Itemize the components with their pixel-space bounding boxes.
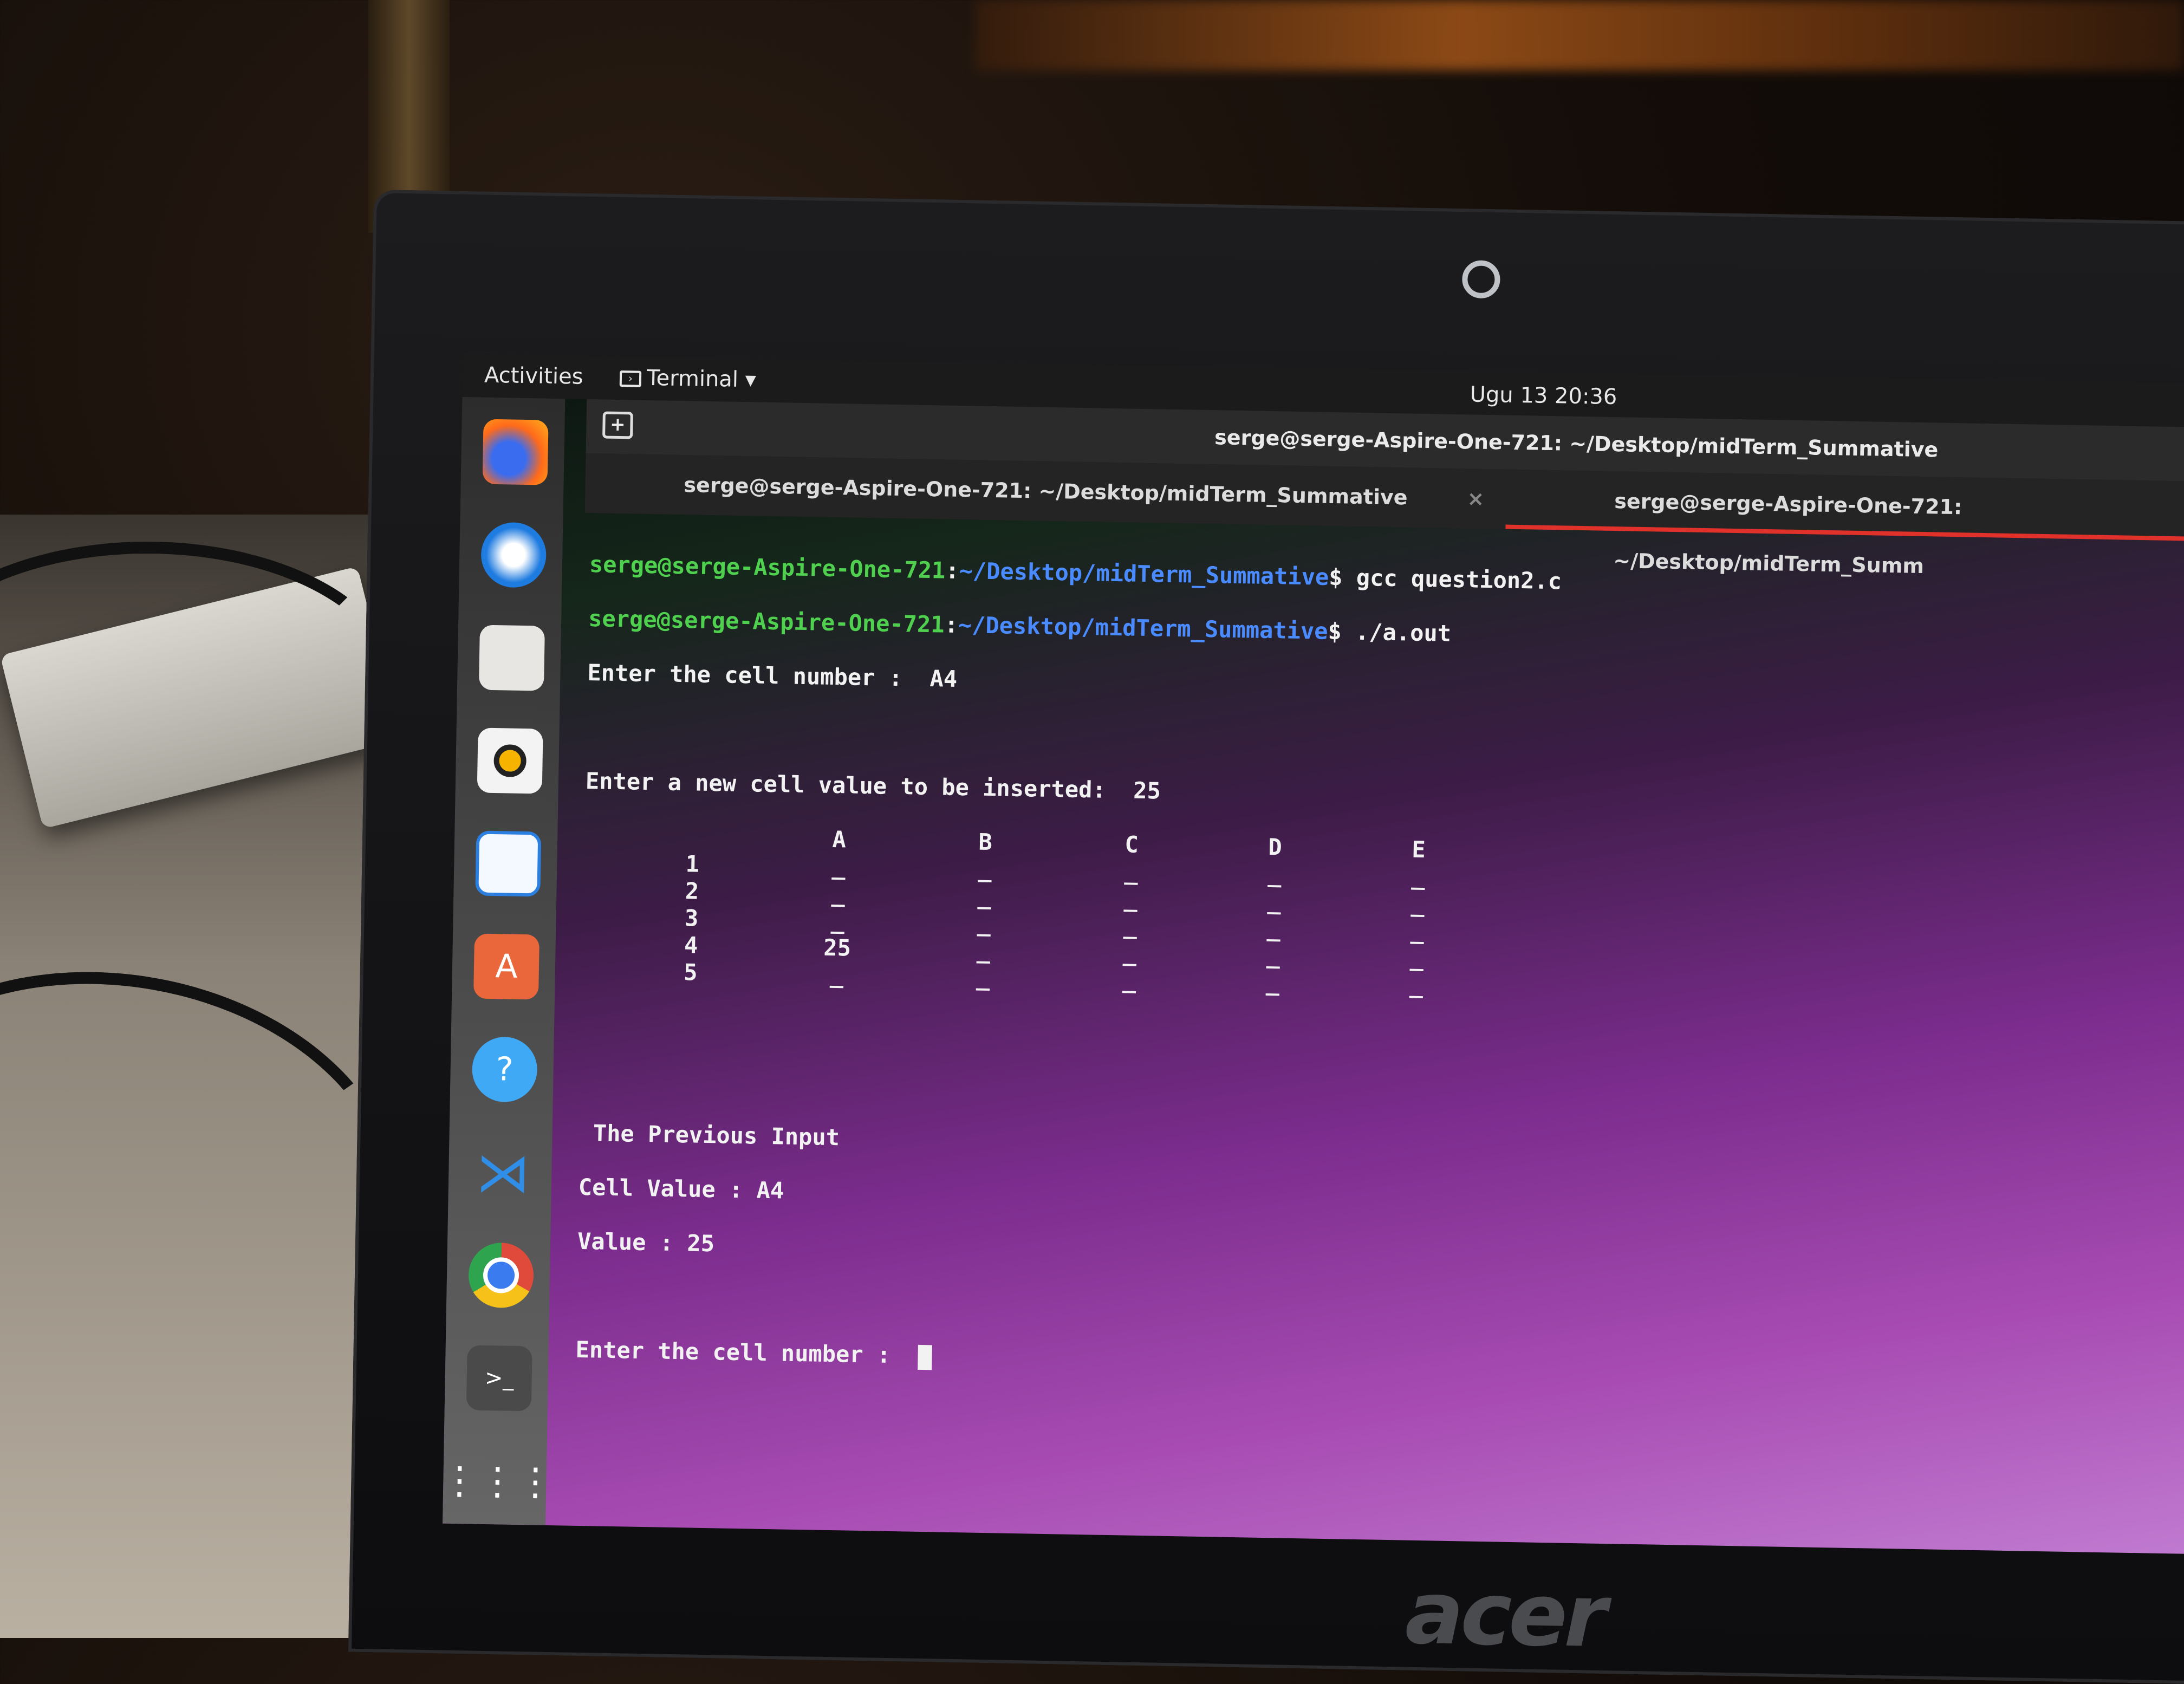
grid-cell: 25 <box>823 934 851 961</box>
grid-cell: _ <box>1122 939 1137 966</box>
writer-icon[interactable] <box>475 830 542 897</box>
webcam <box>1461 260 1501 299</box>
tab-label: serge@serge-Aspire-One-721: ~/Desktop/mi… <box>684 473 1408 510</box>
row-number: 2 <box>685 877 699 905</box>
console-prompt-line: Enter the cell number : <box>575 1336 2184 1392</box>
grid-cell: _ <box>1124 858 1139 885</box>
terminal-icon: › <box>619 370 642 387</box>
prompt-user: serge@serge-Aspire-One-721 <box>588 605 945 638</box>
column-header: B <box>978 828 993 856</box>
grid-cell: _ <box>1266 941 1280 969</box>
grid-cell: _ <box>829 961 844 989</box>
row-number: 1 <box>685 850 700 877</box>
row-number: 5 <box>683 959 698 986</box>
dock: A ? ⋊ >_ ⋮⋮⋮ <box>443 396 566 1525</box>
console-prompt: Enter the cell number : <box>575 1336 919 1369</box>
grid-cell: _ <box>1411 863 1426 890</box>
grid-cell: _ <box>1123 912 1138 939</box>
grid-cell: _ <box>1267 887 1282 915</box>
grid-cell: _ <box>978 855 992 883</box>
grid-cell: _ <box>977 909 991 937</box>
rhythmbox-icon[interactable] <box>477 727 543 794</box>
app-menu-label: Terminal <box>646 365 739 392</box>
prompt-user: serge@serge-Aspire-One-721 <box>589 551 946 584</box>
app-grid-icon[interactable]: ⋮⋮⋮ <box>443 1448 555 1514</box>
clock[interactable]: Ugu 13 20:36 <box>1470 382 1617 409</box>
prompt-path: ~/Desktop/midTerm_Summative <box>959 557 1329 590</box>
column-header: A <box>832 825 847 853</box>
app-menu[interactable]: › Terminal ▾ <box>619 365 757 393</box>
grid-cell: _ <box>1409 944 1424 972</box>
console-line: Value : 25 <box>577 1227 715 1257</box>
grid-cell: _ <box>1268 861 1282 888</box>
window-title: serge@serge-Aspire-One-721: ~/Desktop/mi… <box>1214 425 1939 462</box>
grid-cell: _ <box>977 882 992 910</box>
row-number: 4 <box>684 932 698 959</box>
firefox-icon[interactable] <box>482 419 549 485</box>
console-line: serge@serge-Aspire-One-721:~/Desktop/mid… <box>589 551 1562 595</box>
grid-cell: _ <box>1409 971 1424 999</box>
grid-cell: _ <box>830 907 845 934</box>
grid-cell: _ <box>976 964 990 991</box>
console-line: The Previous Input <box>579 1119 840 1151</box>
column-header: C <box>1124 831 1139 858</box>
prompt-path: ~/Desktop/midTerm_Summative <box>958 611 1328 645</box>
console-line: Cell Value : A4 <box>578 1173 784 1204</box>
close-icon[interactable]: × <box>1467 469 1485 529</box>
grid-cell: _ <box>831 880 846 907</box>
grid-cell: _ <box>1410 890 1425 918</box>
software-icon[interactable]: A <box>473 933 540 1000</box>
console-line: serge@serge-Aspire-One-721:~/Desktop/mid… <box>588 605 1452 647</box>
spreadsheet-grid: A B C D E 1 _ _ _ _ _ 2 _ _ _ _ _ 3 _ _ … <box>582 822 2184 1012</box>
command-text: $ gcc question2.c <box>1328 563 1562 595</box>
help-icon[interactable]: ? <box>471 1036 538 1103</box>
laptop-screen: Activities › Terminal ▾ Ugu 13 20:36 A ? … <box>443 353 2184 1555</box>
background-light <box>975 0 2184 70</box>
chevron-down-icon: ▾ <box>745 367 757 393</box>
command-text: $ ./a.out <box>1328 617 1452 647</box>
laptop-brand: acer <box>1404 1562 1605 1667</box>
laptop: acer Activities › Terminal ▾ Ugu 13 20:36… <box>348 190 2184 1684</box>
terminal-output[interactable]: serge@serge-Aspire-One-721:~/Desktop/mid… <box>567 513 2184 1554</box>
column-header: D <box>1268 834 1283 861</box>
terminal-icon[interactable]: >_ <box>466 1345 532 1412</box>
text-cursor <box>918 1344 933 1370</box>
grid-cell: _ <box>1266 914 1281 942</box>
grid-cell: _ <box>1122 966 1136 993</box>
thunderbird-icon[interactable] <box>480 522 547 588</box>
new-tab-icon[interactable]: + <box>602 411 633 439</box>
vscode-icon[interactable]: ⋊ <box>470 1139 536 1205</box>
grid-cell: _ <box>1410 917 1425 945</box>
files-icon[interactable] <box>478 625 545 691</box>
grid-cell: _ <box>1123 885 1138 912</box>
grid-cell: _ <box>976 937 991 964</box>
grid-cell: _ <box>831 853 846 880</box>
console-line: Enter a new cell value to be inserted: 2… <box>585 767 1161 804</box>
column-header: E <box>1411 836 1426 863</box>
grid-cell: _ <box>1265 968 1280 996</box>
chrome-icon[interactable] <box>468 1242 535 1309</box>
terminal-window: + serge@serge-Aspire-One-721: ~/Desktop/… <box>567 399 2184 1554</box>
row-number: 3 <box>684 905 699 932</box>
activities-button[interactable]: Activities <box>484 363 583 389</box>
console-line: Enter the cell number : A4 <box>587 659 958 692</box>
